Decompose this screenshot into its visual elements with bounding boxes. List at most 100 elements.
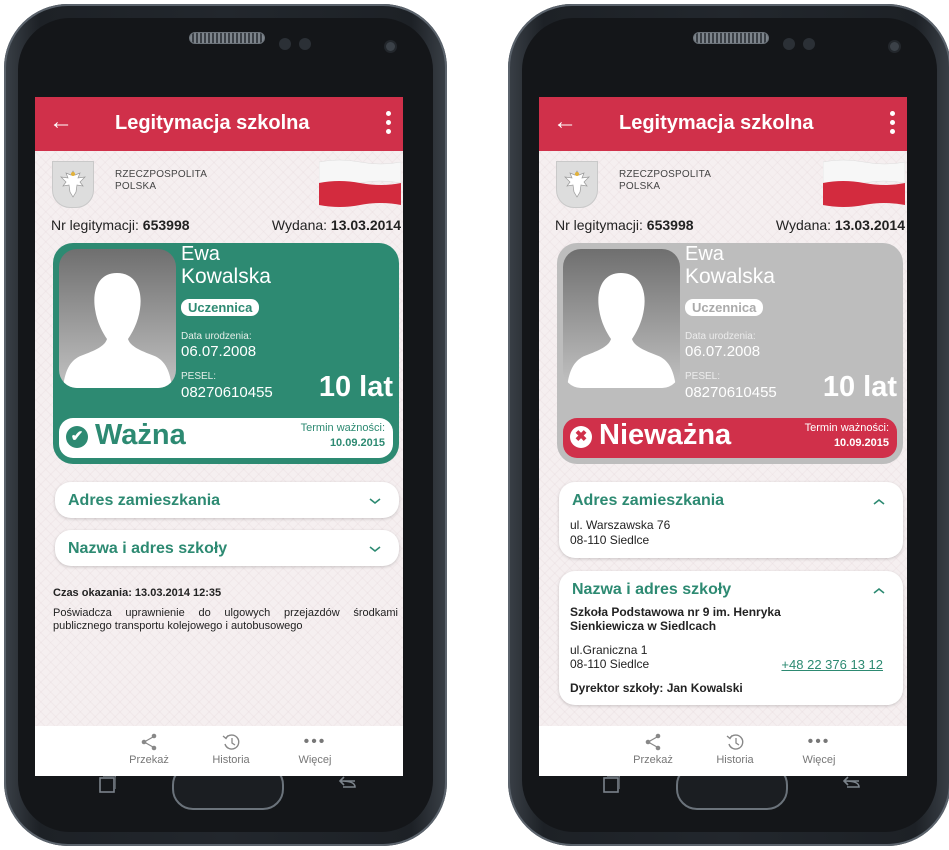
school-name-line2: Sienkiewicza w Siedlcach <box>570 619 717 633</box>
nav-history-label: Historia <box>716 754 754 766</box>
back-arrow-icon[interactable]: ← <box>49 110 73 134</box>
polish-eagle-emblem-icon <box>52 161 94 208</box>
earpiece-speaker <box>188 32 265 44</box>
school-city: 08-110 Siedlce <box>570 657 650 671</box>
address-accordion-title: Adres zamieszkania <box>68 492 221 509</box>
id-number-row: Nr legitymacji: 653998 Wydana: 13.03.201… <box>51 217 401 233</box>
issued-value: 13.03.2014 <box>330 217 401 233</box>
pesel-value: 08270610455 <box>181 384 273 401</box>
id-card: Ewa Kowalska Uczennica Data urodzenia: 0… <box>557 243 903 464</box>
id-number-row: Nr legitymacji: 653998 Wydana: 13.03.201… <box>555 217 905 233</box>
app-screen: ← Legitymacja szkolna RZECZPOSPOLITA POL… <box>539 97 907 776</box>
nav-history-label: Historia <box>212 754 250 766</box>
id-card: Ewa Kowalska Uczennica Data urodzenia: 0… <box>53 243 399 464</box>
nav-more[interactable]: ••• Więcej <box>275 726 355 776</box>
expiry-label: Termin ważności: <box>300 422 385 434</box>
school-name-line1: Szkoła Podstawowa nr 9 im. Henryka <box>570 605 781 619</box>
app-title: Legitymacja szkolna <box>619 112 814 134</box>
role-badge: Uczennica <box>181 299 260 316</box>
phone-left: ← Legitymacja szkolna RZECZPOSPOLITA POL… <box>4 4 447 846</box>
expiry-value: 10.09.2015 <box>329 437 385 449</box>
front-camera <box>890 42 899 51</box>
document-content: RZECZPOSPOLITA POLSKA Nr legitymacji: 65… <box>539 151 907 726</box>
student-photo-placeholder <box>59 249 176 388</box>
address-line1: ul. Warszawska 76 <box>570 518 671 532</box>
first-name: Ewa <box>181 243 220 265</box>
share-icon <box>141 733 157 751</box>
role-badge: Uczennica <box>685 299 764 316</box>
chevron-down-icon <box>369 546 381 553</box>
last-name: Kowalska <box>685 265 775 288</box>
id-number-value: 653998 <box>646 217 694 233</box>
validity-status: Ważna <box>95 419 186 451</box>
more-vertical-icon[interactable] <box>885 109 899 139</box>
validity-status-bar: ✖ Nieważna Termin ważności: 10.09.2015 <box>563 418 897 458</box>
back-arrow-icon[interactable]: ← <box>553 110 577 134</box>
chevron-up-icon <box>873 498 885 505</box>
issued-value: 13.03.2014 <box>834 217 905 233</box>
nav-more-label: Więcej <box>802 754 836 766</box>
pesel-label: PESEL: <box>181 371 217 382</box>
polish-flag-icon <box>319 159 401 207</box>
light-sensor <box>803 38 815 50</box>
more-horizontal-icon: ••• <box>807 733 831 750</box>
phone-right: ← Legitymacja szkolna RZECZPOSPOLITA POL… <box>508 4 949 846</box>
age-value: 10 lat <box>822 371 897 403</box>
back-button-icon[interactable] <box>335 774 359 794</box>
app-title: Legitymacja szkolna <box>115 112 310 134</box>
app-bar: ← Legitymacja szkolna <box>539 97 907 151</box>
nav-share-label: Przekaż <box>633 754 673 766</box>
recent-apps-icon[interactable] <box>98 774 116 794</box>
nav-share-label: Przekaż <box>129 754 169 766</box>
address-line2: 08-110 Siedlce <box>570 533 650 547</box>
school-accordion-title: Nazwa i adres szkoły <box>68 540 228 557</box>
proximity-sensor <box>783 38 795 50</box>
country-name: RZECZPOSPOLITA POLSKA <box>115 169 208 192</box>
id-number-label: Nr legitymacji: <box>555 217 643 233</box>
expiry-value: 10.09.2015 <box>833 437 889 449</box>
app-screen: ← Legitymacja szkolna RZECZPOSPOLITA POL… <box>35 97 403 776</box>
school-phone-link[interactable]: +48 22 376 13 12 <box>781 657 883 672</box>
student-photo-placeholder <box>563 249 680 388</box>
dob-value: 06.07.2008 <box>181 343 257 360</box>
issued-label: Wydana: <box>775 217 832 233</box>
entitlement-description: Poświadcza uprawnienie do ulgowych przej… <box>53 607 398 632</box>
nav-share[interactable]: Przekaż <box>109 726 189 776</box>
shown-time: Czas okazania: 13.03.2014 12:35 <box>53 587 222 599</box>
light-sensor <box>299 38 311 50</box>
dob-value: 06.07.2008 <box>685 343 761 360</box>
nav-more-label: Więcej <box>298 754 332 766</box>
nav-history[interactable]: Historia <box>191 726 271 776</box>
school-accordion[interactable]: Nazwa i adres szkoły <box>55 530 399 566</box>
last-name: Kowalska <box>181 265 271 288</box>
nav-history[interactable]: Historia <box>695 726 775 776</box>
recent-apps-icon[interactable] <box>602 774 620 794</box>
address-accordion-title: Adres zamieszkania <box>572 492 725 509</box>
validity-status: Nieważna <box>599 419 732 451</box>
more-horizontal-icon: ••• <box>303 733 327 750</box>
dob-label: Data urodzenia: <box>685 331 756 342</box>
polish-eagle-emblem-icon <box>556 161 598 208</box>
issued-label: Wydana: <box>271 217 328 233</box>
front-camera <box>386 42 395 51</box>
country-name: RZECZPOSPOLITA POLSKA <box>619 169 712 192</box>
validity-status-bar: ✔ Ważna Termin ważności: 10.09.2015 <box>59 418 393 458</box>
nav-more[interactable]: ••• Więcej <box>779 726 859 776</box>
app-bar: ← Legitymacja szkolna <box>35 97 403 151</box>
school-accordion[interactable]: Nazwa i adres szkoły Szkoła Podstawowa n… <box>559 571 903 705</box>
address-accordion[interactable]: Adres zamieszkania ul. Warszawska 76 08-… <box>559 482 903 558</box>
earpiece-speaker <box>692 32 769 44</box>
x-circle-icon: ✖ <box>570 426 592 448</box>
nav-share[interactable]: Przekaż <box>613 726 693 776</box>
address-accordion[interactable]: Adres zamieszkania <box>55 482 399 518</box>
school-director: Dyrektor szkoły: Jan Kowalski <box>570 681 743 695</box>
id-number-value: 653998 <box>142 217 190 233</box>
first-name: Ewa <box>685 243 724 265</box>
document-content: RZECZPOSPOLITA POLSKA Nr legitymacji: 65… <box>35 151 403 726</box>
more-vertical-icon[interactable] <box>381 109 395 139</box>
expiry-label: Termin ważności: <box>804 422 889 434</box>
age-value: 10 lat <box>318 371 393 403</box>
share-icon <box>645 733 661 751</box>
history-icon <box>726 734 744 750</box>
back-button-icon[interactable] <box>839 774 863 794</box>
